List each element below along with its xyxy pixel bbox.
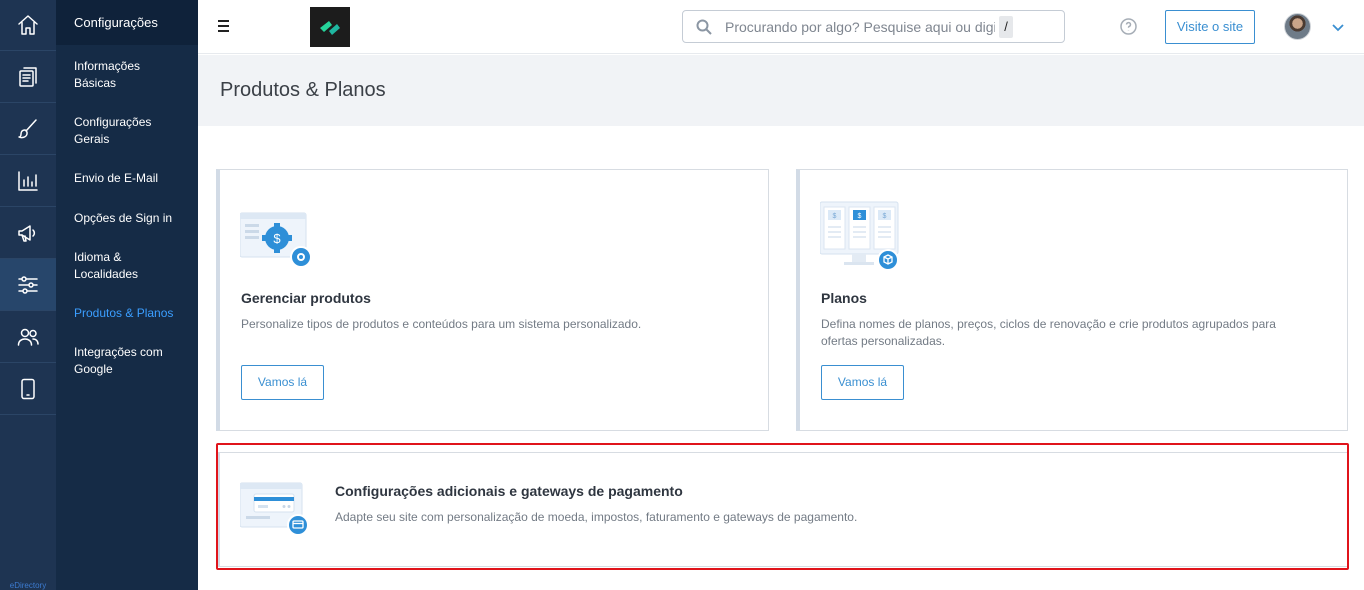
svg-text:$: $ xyxy=(273,231,281,246)
card-manage-products: $ Gerenciar produtos Personalize tipos d… xyxy=(216,169,769,431)
card-plans: $ $ $ Planos Defina nomes de planos, pre… xyxy=(796,169,1348,431)
submenu-item-basic-info[interactable]: Informações Básicas xyxy=(56,58,198,92)
rail-content[interactable] xyxy=(0,51,56,103)
card-title: Planos xyxy=(821,290,867,306)
submenu-item-email[interactable]: Envio de E-Mail xyxy=(56,170,198,187)
rail-users[interactable] xyxy=(0,311,56,363)
search-icon xyxy=(696,19,712,35)
home-icon xyxy=(18,15,38,35)
plans-illustration-icon: $ $ $ xyxy=(819,201,902,278)
plans-button[interactable]: Vamos lá xyxy=(821,365,904,400)
rail-reports[interactable] xyxy=(0,155,56,207)
settings-sliders-icon xyxy=(18,275,38,294)
help-icon[interactable] xyxy=(1120,18,1137,35)
app-logo[interactable] xyxy=(310,7,350,47)
search-shortcut-key: / xyxy=(999,16,1013,38)
svg-text:$: $ xyxy=(858,213,862,220)
submenu-item-google[interactable]: Integrações com Google xyxy=(56,344,198,378)
products-illustration-icon: $ xyxy=(239,208,320,277)
design-brush-icon xyxy=(18,118,37,138)
rail-home[interactable] xyxy=(0,0,56,51)
logo-mark-icon xyxy=(320,21,340,35)
topbar: / Visite o site xyxy=(198,0,1364,54)
users-icon xyxy=(17,328,39,346)
svg-text:$: $ xyxy=(833,213,837,220)
search-input[interactable] xyxy=(725,17,995,37)
page-header: Produtos & Planos xyxy=(198,55,1364,126)
brand-label: eDirectory xyxy=(9,581,47,590)
avatar[interactable] xyxy=(1284,13,1311,40)
reports-chart-icon xyxy=(18,170,38,191)
rail-settings[interactable] xyxy=(0,259,56,311)
submenu-item-general-settings[interactable]: Configurações Gerais xyxy=(56,114,198,148)
rail-promotion[interactable] xyxy=(0,207,56,259)
submenu-item-sign-in[interactable]: Opções de Sign in xyxy=(56,210,198,227)
card-description: Defina nomes de planos, preços, ciclos d… xyxy=(821,317,1276,348)
page-title: Produtos & Planos xyxy=(220,79,386,101)
rail-mobile[interactable] xyxy=(0,363,56,415)
card-description: Personalize tipos de produtos e conteúdo… xyxy=(241,317,642,331)
submenu-title: Configurações xyxy=(56,0,198,45)
hamburger-menu-icon[interactable] xyxy=(218,17,232,35)
settings-submenu: Configurações Informações Básicas Config… xyxy=(56,0,198,590)
content-pages-icon xyxy=(19,66,37,87)
app-root: eDirectory Configurações Informações Bás… xyxy=(0,0,1364,590)
visit-site-button[interactable]: Visite o site xyxy=(1165,10,1255,44)
submenu-item-products-plans[interactable]: Produtos & Planos xyxy=(56,305,198,322)
svg-text:$: $ xyxy=(883,213,887,220)
manage-products-button[interactable]: Vamos lá xyxy=(241,365,324,400)
mobile-icon xyxy=(21,378,35,399)
submenu-item-language[interactable]: Idioma & Localidades xyxy=(56,249,198,283)
chevron-down-icon[interactable] xyxy=(1331,20,1345,34)
icon-rail: eDirectory xyxy=(0,0,56,590)
search-box: / xyxy=(682,10,1065,43)
highlight-box xyxy=(216,443,1349,570)
card-title: Gerenciar produtos xyxy=(241,290,371,306)
promotion-megaphone-icon xyxy=(18,224,36,242)
rail-design[interactable] xyxy=(0,103,56,155)
